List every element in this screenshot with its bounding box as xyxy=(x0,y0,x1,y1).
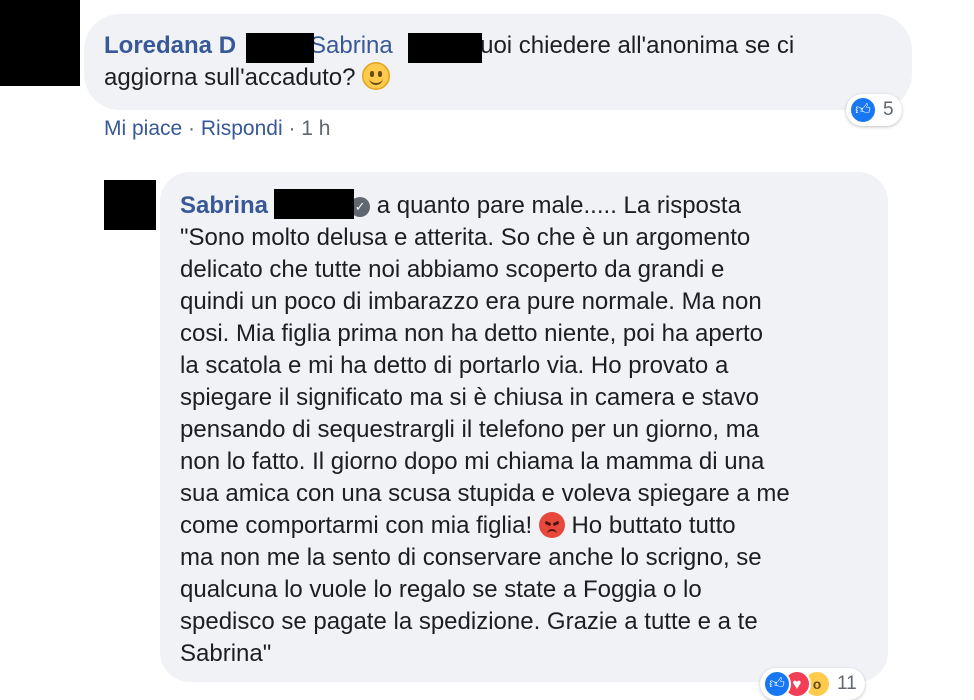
reply-line-12: ma non me la sento di conservare anche l… xyxy=(180,544,762,571)
reply-author[interactable]: Sabrina xyxy=(180,192,268,219)
reply-line-15: Sabrina" xyxy=(180,640,272,667)
reply-line-9: sua amica con una scusa stupida e voleva… xyxy=(180,480,790,507)
reply-link[interactable]: Rispondi xyxy=(201,117,283,140)
reply-line-13: qualcuna lo vuole lo regalo se state a F… xyxy=(180,576,702,603)
reply-avatar[interactable] xyxy=(104,180,156,230)
reply-line-8: non lo fatto. Il giorno dopo mi chiama l… xyxy=(180,448,765,475)
reply-bubble: Sabrina ✓ a quanto pare male..... La risp… xyxy=(160,172,888,682)
redacted-name xyxy=(408,33,482,63)
comment-line-2: aggiorna sull'accaduto? xyxy=(104,62,391,94)
comment-actions: Mi piace · Rispondi · 1 h xyxy=(104,117,331,140)
timestamp[interactable]: 1 h xyxy=(301,117,330,140)
comment-bubble: Loredana D Sabrina puoi chiedere all'anoni… xyxy=(84,14,912,110)
reply-line-0: Sabrina ✓ a quanto pare male..... La risp… xyxy=(180,192,741,219)
comment-text-1: puoi chiedere all'anonima se ci xyxy=(466,32,795,59)
comment-reactions[interactable]: 👍︎ 5 xyxy=(846,94,902,126)
reaction-count: 11 xyxy=(837,673,857,694)
comment-text-2: aggiorna sull'accaduto? xyxy=(104,64,356,91)
redacted-name xyxy=(274,189,354,219)
reply-line-6: spiegare il significato ma si è chiusa i… xyxy=(180,384,759,411)
smiley-emoji-icon xyxy=(362,62,391,90)
reply-line-10: come comportarmi con mia figlia! Ho butt… xyxy=(180,512,736,539)
reply-line-2: delicato che tutte noi abbiamo scoperto … xyxy=(180,256,725,283)
angry-emoji-icon xyxy=(538,512,565,538)
comment-author[interactable]: Loredana D xyxy=(104,32,236,59)
reply-line-7: pensando di sequestrargli il telefono pe… xyxy=(180,416,760,443)
like-link[interactable]: Mi piace xyxy=(104,117,182,140)
reply-line-4: cosi. Mia figlia prima non ha detto nien… xyxy=(180,320,764,347)
reply-line-1: "Sono molto delusa e atterita. So che è … xyxy=(180,224,751,251)
reply-reactions[interactable]: 👍︎ ♥ o 11 xyxy=(760,668,865,700)
reply-line-14: spedisco se pagate la spedizione. Grazie… xyxy=(180,608,758,635)
reply-line-3: quindi un poco di imbarazzo era pure nor… xyxy=(180,288,762,315)
avatar[interactable] xyxy=(0,0,80,86)
redacted-name xyxy=(246,33,314,63)
comment-mention[interactable]: Sabrina xyxy=(310,32,393,59)
reaction-count: 5 xyxy=(883,99,894,120)
reply-line-5: la scatola e mi ha detto di portarlo via… xyxy=(180,352,729,379)
like-icon: 👍︎ xyxy=(849,96,877,124)
